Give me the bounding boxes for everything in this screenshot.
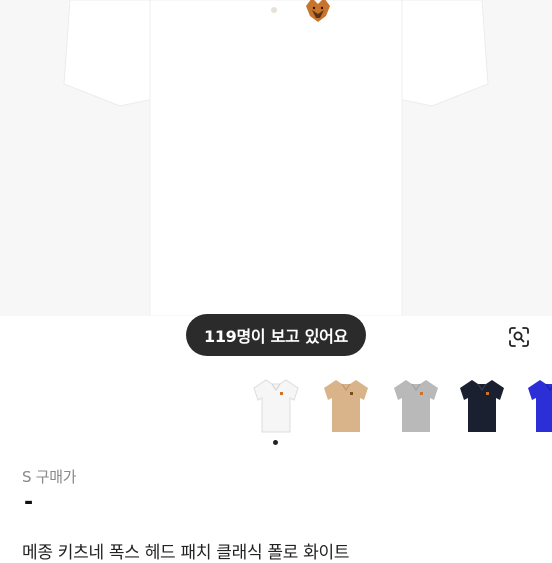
product-title: 메종 키츠네 폭스 헤드 패치 클래식 폴로 화이트	[22, 543, 350, 563]
selected-thumbnail-indicator	[273, 440, 278, 445]
viewers-count-badge: 119명이 보고 있어요	[186, 314, 366, 356]
visual-search-icon	[509, 327, 529, 347]
polo-thumbnail-image	[460, 380, 504, 432]
thumbnail-grey[interactable]	[386, 374, 446, 438]
polo-thumbnail-image	[324, 380, 368, 432]
polo-thumbnail-image	[528, 380, 552, 432]
price-value: -	[24, 490, 34, 515]
white-polo-shirt-image	[0, 0, 552, 316]
color-thumbnail-strip	[0, 374, 552, 438]
polo-thumbnail-image	[253, 379, 299, 433]
thumbnail-navy[interactable]	[452, 374, 512, 438]
price-label: S 구매가	[22, 468, 77, 486]
thumbnail-beige[interactable]	[316, 374, 376, 438]
visual-search-button[interactable]	[500, 318, 538, 356]
viewers-count-text: 119명이 보고 있어요	[204, 327, 348, 346]
thumbnail-blue[interactable]	[520, 374, 552, 438]
polo-thumbnail-image	[394, 380, 438, 432]
product-main-image[interactable]	[0, 0, 552, 316]
thumbnail-white[interactable]	[246, 374, 306, 438]
